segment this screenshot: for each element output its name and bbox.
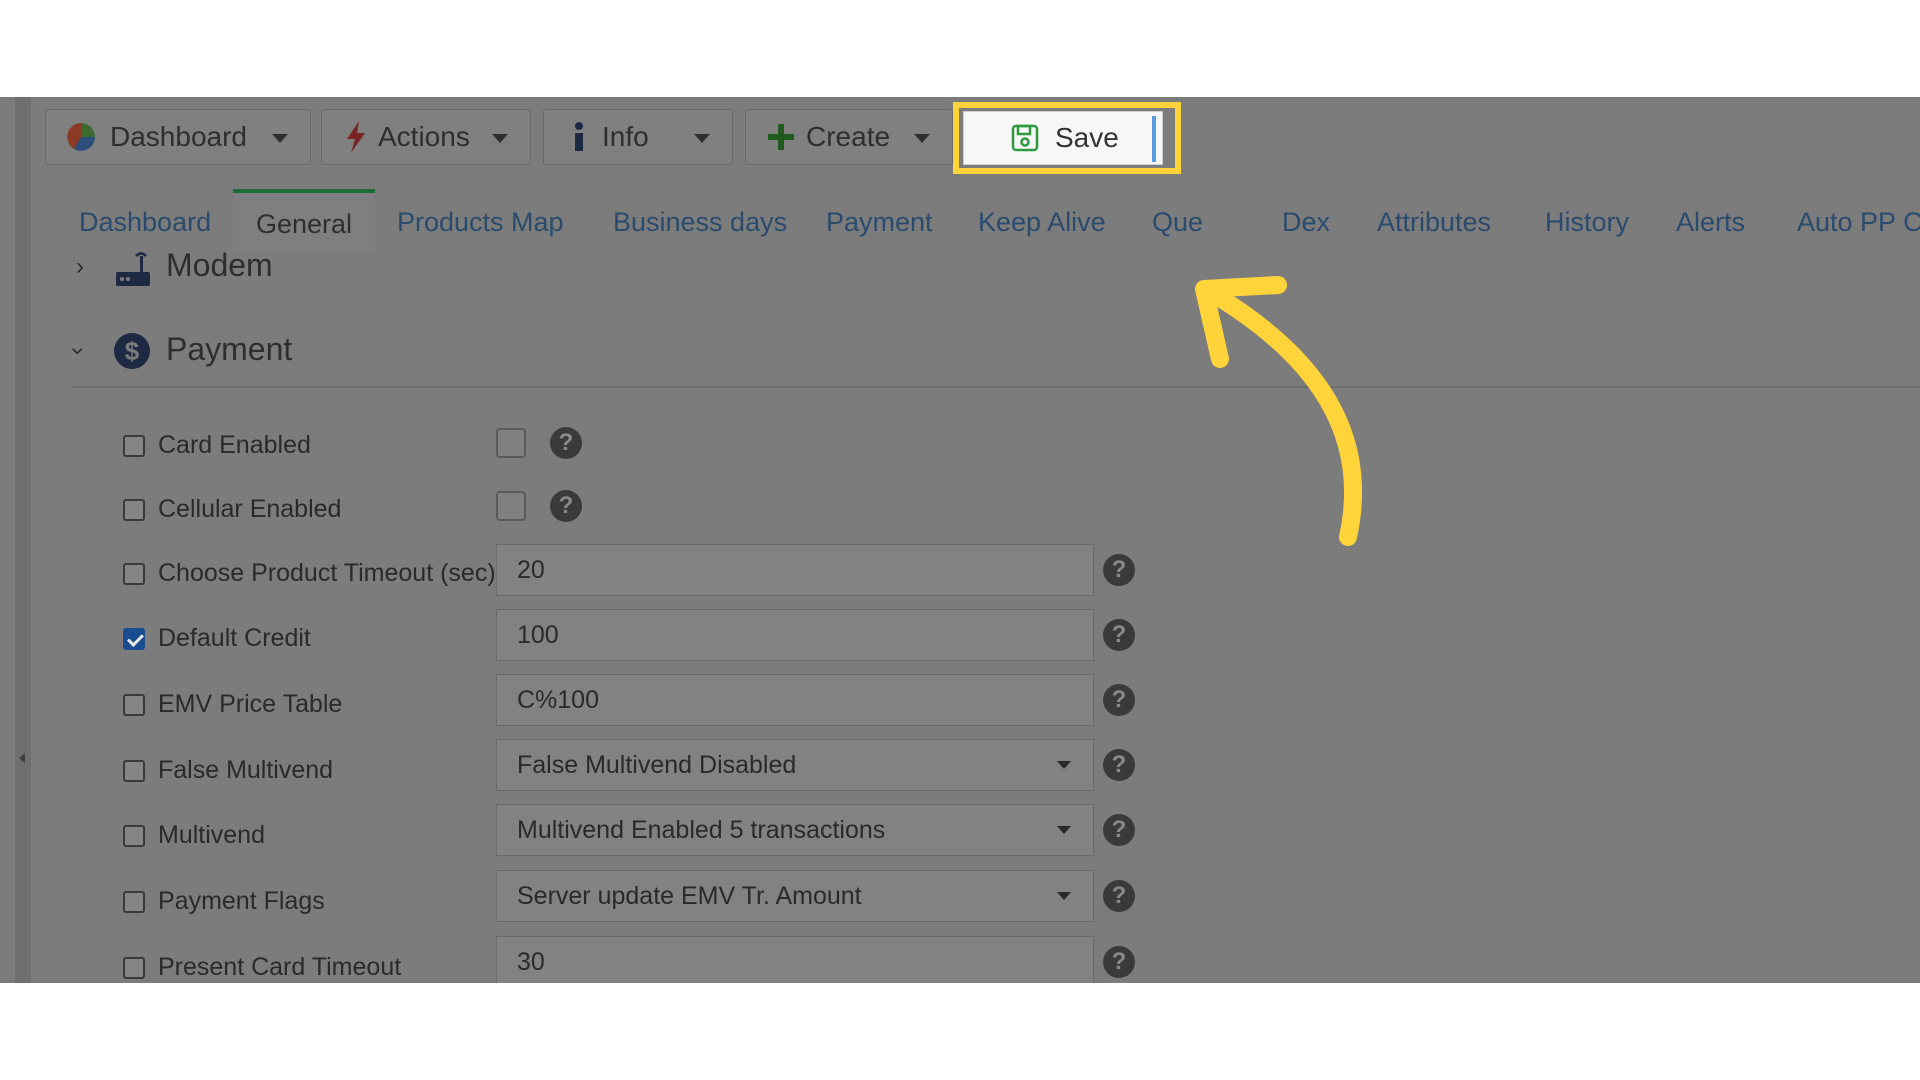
field-label: False Multivend [158, 756, 334, 784]
router-icon [114, 252, 152, 293]
sidebar-collapse-strip[interactable] [15, 97, 31, 983]
field-label: Present Card Timeout [158, 953, 402, 981]
tab-business-days[interactable]: Business days [613, 207, 787, 238]
field-label: Choose Product Timeout (sec) [158, 559, 496, 587]
dollar-icon: $ [114, 333, 150, 369]
app-frame: Dashboard Actions Info Create Save Dashb… [0, 97, 1920, 983]
field-label: EMV Price Table [158, 690, 343, 718]
chevron-down-icon [1057, 892, 1071, 900]
actions-dropdown-button[interactable]: Actions [321, 109, 531, 165]
info-icon [562, 120, 596, 154]
collapse-arrow-icon[interactable] [19, 753, 25, 763]
chevron-down-icon [272, 134, 288, 143]
modem-section-title[interactable]: Modem [166, 247, 273, 284]
field-label: Multivend [158, 821, 265, 849]
help-icon[interactable]: ? [1103, 554, 1135, 586]
help-icon[interactable]: ? [1103, 684, 1135, 716]
tab-payment[interactable]: Payment [826, 207, 933, 238]
field-label: Cellular Enabled [158, 495, 342, 523]
select-value: Server update EMV Tr. Amount [517, 882, 862, 910]
annotation-arrow-icon [1195, 276, 1363, 546]
false-multivend-select[interactable]: False Multivend Disabled [496, 739, 1094, 791]
row-select-checkbox[interactable] [123, 957, 145, 979]
field-label: Card Enabled [158, 431, 311, 459]
default-credit-input[interactable]: 100 [496, 609, 1094, 661]
tab-general[interactable]: General [233, 189, 376, 253]
tab-products-map[interactable]: Products Map [397, 207, 564, 238]
save-button[interactable]: Save [963, 111, 1163, 165]
info-dropdown-button[interactable]: Info [543, 109, 733, 165]
dashboard-dropdown-button[interactable]: Dashboard [45, 109, 311, 165]
cellular-enabled-checkbox[interactable] [496, 491, 526, 521]
select-value: False Multivend Disabled [517, 751, 797, 779]
present-card-timeout-input[interactable]: 30 [496, 936, 1094, 983]
payment-section-title[interactable]: Payment [166, 331, 292, 368]
save-button-label: Save [1055, 122, 1119, 153]
multivend-select[interactable]: Multivend Enabled 5 transactions [496, 804, 1094, 856]
pie-chart-icon [64, 120, 98, 154]
help-icon[interactable]: ? [1103, 619, 1135, 651]
dashboard-button-label: Dashboard [110, 121, 247, 152]
row-select-checkbox[interactable] [123, 891, 145, 913]
tab-dex[interactable]: Dex [1282, 207, 1330, 238]
chevron-down-icon [914, 134, 930, 143]
tab-dashboard[interactable]: Dashboard [79, 207, 211, 238]
card-enabled-checkbox[interactable] [496, 428, 526, 458]
focus-indicator [1152, 116, 1156, 162]
help-icon[interactable]: ? [1103, 946, 1135, 978]
help-icon[interactable]: ? [1103, 749, 1135, 781]
section-divider [72, 386, 1920, 388]
row-select-checkbox[interactable] [123, 563, 145, 585]
help-icon[interactable]: ? [550, 427, 582, 459]
chevron-down-icon[interactable]: › [64, 347, 92, 355]
help-icon[interactable]: ? [550, 490, 582, 522]
row-select-checkbox[interactable] [123, 499, 145, 521]
tab-alerts[interactable]: Alerts [1676, 207, 1745, 238]
floppy-disk-icon [1011, 123, 1041, 153]
chevron-down-icon [1057, 826, 1071, 834]
tab-auto-pp[interactable]: Auto PP C [1797, 207, 1920, 238]
help-icon[interactable]: ? [1103, 814, 1135, 846]
create-dropdown-button[interactable]: Create [745, 109, 953, 165]
lightning-icon [340, 120, 374, 154]
chevron-down-icon [492, 134, 508, 143]
info-button-label: Info [602, 121, 649, 152]
chevron-down-icon [1057, 761, 1071, 769]
tab-keep-alive[interactable]: Keep Alive [978, 207, 1106, 238]
tab-attributes[interactable]: Attributes [1377, 207, 1491, 238]
field-label: Payment Flags [158, 887, 325, 915]
plus-icon [764, 120, 798, 154]
emv-price-table-input[interactable]: C%100 [496, 674, 1094, 726]
tab-queue[interactable]: Que [1152, 207, 1203, 238]
row-select-checkbox[interactable] [123, 825, 145, 847]
row-select-checkbox[interactable] [123, 435, 145, 457]
row-select-checkbox[interactable] [123, 694, 145, 716]
field-label: Default Credit [158, 624, 311, 652]
choose-product-timeout-input[interactable]: 20 [496, 544, 1094, 596]
row-select-checkbox[interactable] [123, 760, 145, 782]
payment-flags-select[interactable]: Server update EMV Tr. Amount [496, 870, 1094, 922]
chevron-right-icon[interactable]: › [76, 253, 84, 281]
row-select-checkbox[interactable] [123, 628, 145, 650]
tab-history[interactable]: History [1545, 207, 1629, 238]
create-button-label: Create [806, 121, 891, 152]
select-value: Multivend Enabled 5 transactions [517, 816, 886, 844]
actions-button-label: Actions [378, 121, 470, 152]
help-icon[interactable]: ? [1103, 880, 1135, 912]
chevron-down-icon [694, 134, 710, 143]
